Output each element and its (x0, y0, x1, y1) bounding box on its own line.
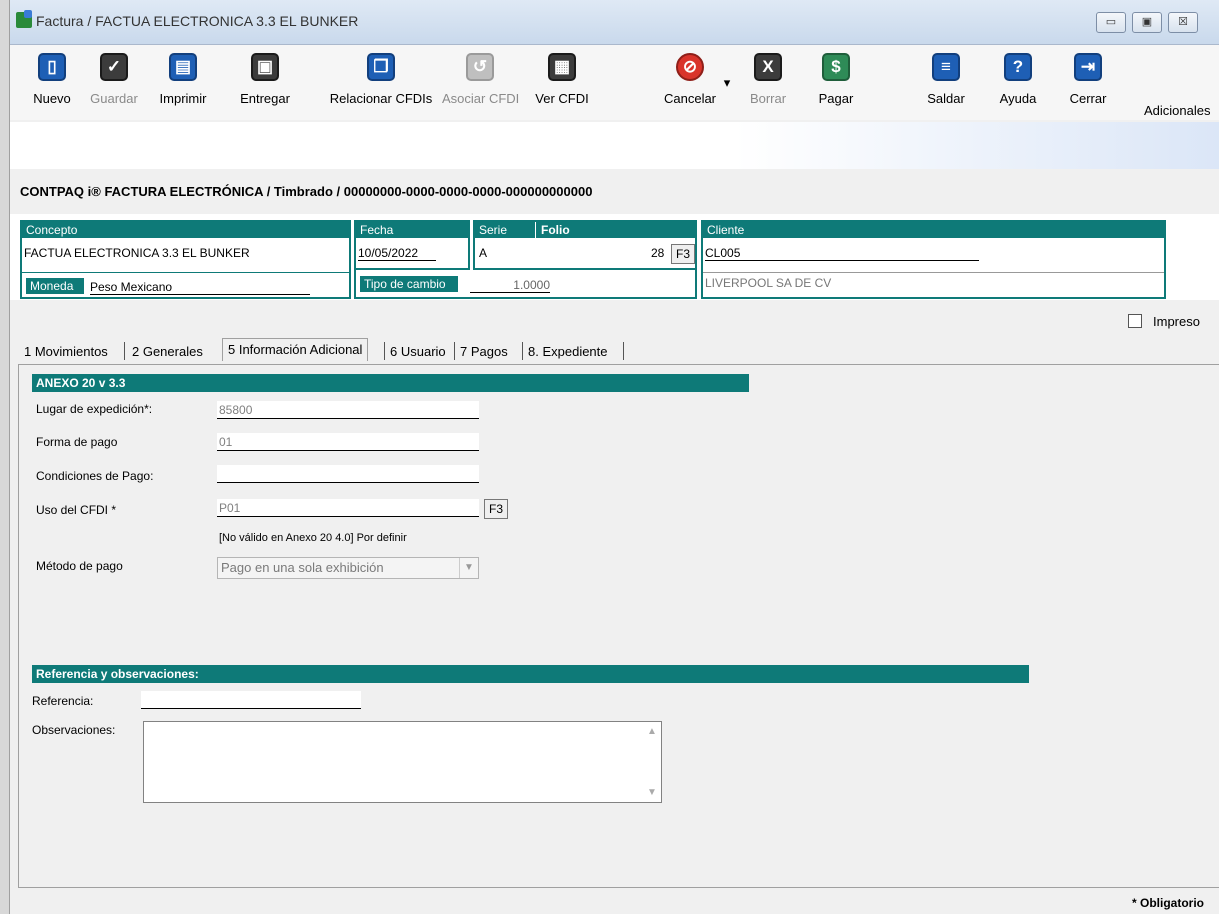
cancelar-button[interactable]: ⊘ Cancelar (660, 53, 720, 106)
related-documents-icon: ❐ (367, 53, 395, 81)
metodo-pago-label: Método de pago (36, 559, 123, 573)
uso-cfdi-f3-button[interactable]: F3 (484, 499, 508, 519)
obligatorio-note: * Obligatorio (1132, 896, 1204, 910)
uso-cfdi-note: [No válido en Anexo 20 4.0] Por definir (219, 532, 407, 544)
title-bar[interactable]: Factura / FACTUA ELECTRONICA 3.3 EL BUNK… (10, 0, 1219, 45)
window-title: Factura / FACTUA ELECTRONICA 3.3 EL BUNK… (36, 13, 359, 29)
metodo-pago-select[interactable]: Pago en una sola exhibición ▼ (217, 557, 479, 579)
new-document-icon: ▯ (38, 53, 66, 81)
nuevo-button[interactable]: ▯ Nuevo (32, 53, 72, 106)
forma-pago-label: Forma de pago (36, 435, 118, 449)
lugar-field[interactable]: 85800 (217, 401, 479, 419)
scroll-up-icon[interactable]: ▲ (647, 726, 657, 737)
forma-pago-field[interactable]: 01 (217, 433, 479, 451)
delete-x-icon: X (754, 53, 782, 81)
associate-icon: ↺ (466, 53, 494, 81)
informacion-adicional-panel: ANEXO 20 v 3.3 Lugar de expedición*: 858… (18, 364, 1219, 888)
folio-value[interactable]: 28 (651, 246, 664, 260)
app-icon (16, 10, 32, 28)
print-icon: ▤ (169, 53, 197, 81)
uso-cfdi-label: Uso del CFDI * (36, 503, 117, 517)
settle-icon: ≡ (932, 53, 960, 81)
imprimir-button[interactable]: ▤ Imprimir (158, 53, 208, 106)
serie-label: Serie (479, 223, 508, 237)
entregar-button[interactable]: ▣ Entregar (240, 53, 290, 106)
referencia-field[interactable] (141, 691, 361, 709)
impreso-checkbox[interactable] (1128, 314, 1142, 328)
document-header: Concepto FACTUA ELECTRONICA 3.3 EL BUNKE… (10, 214, 1219, 300)
tipo-cambio-box: Tipo de cambio 1.0000 (354, 270, 697, 299)
save-check-icon: ✓ (100, 53, 128, 81)
uso-cfdi-field[interactable]: P01 (217, 499, 479, 517)
borrar-button[interactable]: X Borrar (746, 53, 790, 106)
tab-informacion-adicional[interactable]: 5 Información Adicional (222, 338, 369, 361)
cancel-icon: ⊘ (676, 53, 704, 81)
factura-window: Factura / FACTUA ELECTRONICA 3.3 EL BUNK… (10, 0, 1219, 914)
fecha-box: Fecha 10/05/2022 (354, 220, 470, 270)
cerrar-button[interactable]: ⇥ Cerrar (1066, 53, 1110, 106)
fecha-value[interactable]: 10/05/2022 (358, 246, 436, 261)
concepto-box: Concepto FACTUA ELECTRONICA 3.3 EL BUNKE… (20, 220, 351, 299)
adicionales-menu[interactable]: Adicionales (1144, 103, 1219, 118)
serie-folio-box: Serie Folio A 28 F3 (473, 220, 697, 270)
pay-icon: $ (822, 53, 850, 81)
cliente-box: Cliente CL005 LIVERPOOL SA DE CV (701, 220, 1166, 299)
saldar-button[interactable]: ≡ Saldar (924, 53, 968, 106)
ver-cfdi-button[interactable]: ▦ Ver CFDI (530, 53, 594, 106)
asociar-cfdi-button[interactable]: ↺ Asociar CFDI (442, 53, 519, 106)
cancelar-dropdown-arrow-icon[interactable]: ▾ (721, 75, 733, 91)
minimize-button[interactable]: ▭ (1096, 12, 1126, 33)
ayuda-button[interactable]: ? Ayuda (996, 53, 1040, 106)
gradient-band (10, 122, 1219, 169)
impreso-label: Impreso (1153, 314, 1200, 329)
maximize-button[interactable]: ▣ (1132, 12, 1162, 33)
observaciones-label: Observaciones: (32, 723, 116, 737)
toolbar: ▯ Nuevo ✓ Guardar ▤ Imprimir ▣ Entregar … (10, 45, 1219, 120)
condiciones-label: Condiciones de Pago: (36, 469, 154, 483)
guardar-button[interactable]: ✓ Guardar (88, 53, 140, 106)
referencias-section-title: Referencia y observaciones: (32, 665, 1029, 683)
tab-usuario[interactable]: 6 Usuario (386, 342, 450, 361)
cliente-name: LIVERPOOL SA DE CV (705, 276, 832, 290)
moneda-label: Moneda (26, 278, 84, 294)
tipo-cambio-label: Tipo de cambio (360, 276, 458, 292)
concepto-label: Concepto (22, 222, 349, 238)
tab-pagos[interactable]: 7 Pagos (456, 342, 512, 361)
tab-movimientos[interactable]: 1 Movimientos (20, 342, 112, 361)
view-cfdi-icon: ▦ (548, 53, 576, 81)
observaciones-scrollbar[interactable]: ▲ ▼ (643, 722, 661, 802)
chevron-down-icon: ▼ (459, 558, 478, 578)
deliver-disk-icon: ▣ (251, 53, 279, 81)
fecha-label: Fecha (356, 222, 468, 238)
referencia-label: Referencia: (32, 694, 94, 708)
serie-value[interactable]: A (479, 246, 487, 260)
cliente-code[interactable]: CL005 (705, 246, 979, 261)
anexo-section-title: ANEXO 20 v 3.3 (32, 374, 749, 392)
concepto-value[interactable]: FACTUA ELECTRONICA 3.3 EL BUNKER (24, 246, 250, 260)
folio-label: Folio (535, 222, 570, 238)
document-title: CONTPAQ i® FACTURA ELECTRÓNICA / Timbrad… (20, 184, 593, 199)
condiciones-field[interactable] (217, 465, 479, 483)
close-window-button[interactable]: ☒ (1168, 12, 1198, 33)
tab-generales[interactable]: 2 Generales (128, 342, 207, 361)
cliente-label: Cliente (703, 222, 1164, 238)
lugar-label: Lugar de expedición*: (36, 402, 153, 416)
scroll-down-icon[interactable]: ▼ (647, 787, 657, 798)
relacionar-cfdis-button[interactable]: ❐ Relacionar CFDIs (322, 53, 440, 106)
moneda-value[interactable]: Peso Mexicano (90, 280, 310, 295)
pagar-button[interactable]: $ Pagar (814, 53, 858, 106)
observaciones-textarea[interactable]: ▲ ▼ (143, 721, 662, 803)
background-window-edge (0, 0, 10, 914)
tipo-cambio-value[interactable]: 1.0000 (470, 278, 550, 293)
help-question-icon: ? (1004, 53, 1032, 81)
exit-door-icon: ⇥ (1074, 53, 1102, 81)
tab-expediente[interactable]: 8. Expediente (524, 342, 612, 361)
folio-f3-button[interactable]: F3 (671, 244, 695, 264)
